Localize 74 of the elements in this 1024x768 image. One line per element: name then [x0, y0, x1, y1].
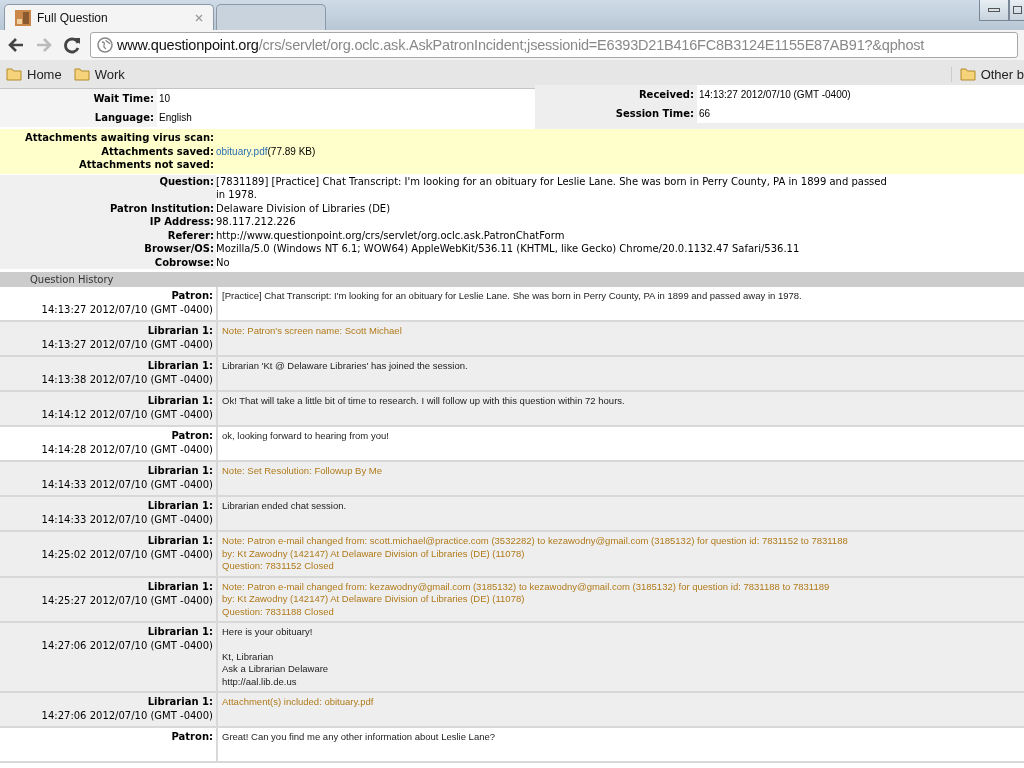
timestamp: 14:13:38 2012/07/10 (GMT -0400): [41, 373, 213, 387]
timestamp: 14:14:12 2012/07/10 (GMT -0400): [41, 408, 213, 422]
field-label: IP Address:: [0, 215, 216, 229]
timestamp: 14:14:33 2012/07/10 (GMT -0400): [41, 478, 213, 492]
timestamp: 14:27:06 2012/07/10 (GMT -0400): [41, 639, 213, 653]
timestamp: 14:14:33 2012/07/10 (GMT -0400): [41, 513, 213, 527]
speaker-label: Librarian 1:: [147, 394, 213, 408]
message-text: Note: Set Resolution: Followup By Me: [222, 465, 382, 478]
message-text: Librarian ended chat session.: [222, 500, 347, 513]
bookmark[interactable]: Home: [6, 66, 62, 82]
message-text: ok, looking forward to hearing from you!: [222, 430, 389, 443]
url-path: /crs/servlet/org.oclc.ask.AskPatronIncident;jsessionid=E6393D21B416FC8B3124E1155E87AB91?&qphost: [258, 37, 925, 53]
field-value: No: [216, 255, 230, 269]
speaker-label: Patron:: [171, 730, 213, 744]
timestamp: 14:25:27 2012/07/10 (GMT -0400): [41, 593, 213, 608]
speaker-label: Patron:: [171, 429, 213, 443]
minimize-icon: [988, 8, 1000, 12]
message-text: Kt, Librarian Ask a Librarian Delaware http://aal.lib.de.us: [222, 650, 329, 688]
bookmark[interactable]: Work: [73, 66, 125, 82]
field-value: http://www.questionpoint.org/crs/servlet/org.oclc.ask.PatronChatForm: [216, 228, 565, 242]
timestamp: 14:27:06 2012/07/10 (GMT -0400): [41, 709, 213, 723]
close-icon[interactable]: [195, 13, 203, 22]
folder-icon: [959, 67, 976, 81]
timestamp: 14:14:28 2012/07/10 (GMT -0400): [41, 443, 213, 457]
folder-icon: [73, 67, 90, 81]
timestamp: 14:13:27 2012/07/10 (GMT -0400): [41, 303, 213, 317]
field-label: Attachments not saved:: [77, 158, 215, 172]
speaker-label: Librarian 1:: [147, 324, 213, 338]
timestamp: 14:25:02 2012/07/10 (GMT -0400): [41, 548, 213, 562]
message-text: Note: Patron e-mail changed from: kezawodny@gmail.com (3185132) to kezawodny@gmail.com (3185132) for question id: 7831188 to 7831189 by: Kt Zawodny (142147) At Delaware Division of Libraries (DE) (11078) Question: 7831188 Closed: [222, 580, 830, 618]
speaker-label: Librarian 1:: [147, 464, 213, 478]
message-text: Note: Patron e-mail changed from: scott.michael@practice.com (3532282) to kezawodny@gmail.com (3185132) for question id: 7831152 to 7831188 by: Kt Zawodny (142147) At Delaware Division of Libraries (DE) (11078) Question: 7831152 Closed: [222, 535, 848, 573]
bookmark[interactable]: Other b: [950, 66, 1024, 82]
file-size: (77.89 KB): [267, 144, 316, 158]
message-text: Note: Patron's screen name: Scott Michael: [222, 325, 402, 338]
message-text: Attachment(s) included: obituary.pdf: [222, 696, 374, 709]
speaker-label: Librarian 1:: [147, 579, 213, 594]
field-label: Received:: [637, 88, 695, 102]
folder-icon: [6, 67, 22, 81]
field-value: 14:13:27 2012/07/10 (GMT -0400): [697, 85, 1024, 104]
speaker-label: Librarian 1:: [147, 695, 213, 709]
address-bar[interactable]: www.questionpoint.org/crs/servlet/org.oclc.ask.AskPatronIncident;jsessionid=E6393D21B416FC8B3124E1155E87AB91?&qphost: [90, 32, 1018, 58]
speaker-label: Librarian 1:: [147, 359, 213, 373]
maximize-icon: [1012, 6, 1022, 14]
field-label: Question:: [0, 174, 216, 202]
field-label: Attachments saved:: [100, 144, 215, 158]
url-host: www.questionpoint.org: [117, 37, 259, 53]
message-text: Here is your obituary!: [222, 626, 314, 639]
message-text: Librarian 'Kt @ Delaware Libraries' has joined the session.: [222, 360, 468, 373]
minimize-button[interactable]: [979, 0, 1009, 21]
field-label: Language:: [0, 108, 157, 127]
speaker-label: Librarian 1:: [147, 534, 213, 548]
field-label: Session Time:: [614, 107, 695, 121]
field-label: Browser/OS:: [0, 242, 216, 256]
field-value: 98.117.212.226: [216, 215, 296, 229]
timestamp: 14:13:27 2012/07/10 (GMT -0400): [41, 338, 213, 352]
speaker-label: Patron:: [171, 289, 213, 303]
field-value: Mozilla/5.0 (Windows NT 6.1; WOW64) AppleWebKit/536.11 (KHTML, like Gecko) Chrome/20.0.1132.47 Safari/536.11: [216, 242, 800, 256]
field-value: 66: [697, 104, 1024, 123]
attachment-link[interactable]: obituary.pdf: [216, 144, 268, 158]
section-title: Question History: [30, 274, 114, 285]
field-label: Wait Time:: [0, 89, 157, 108]
maximize-button[interactable]: [1009, 0, 1024, 21]
message-text: [Practice] Chat Transcript: I'm looking for an obituary for Leslie Lane. She was born in Perry County, PA in 1899 and passed away in 1978.: [222, 290, 802, 303]
field-value: [7831189] [Practice] Chat Transcript: I'm looking for an obituary for Leslie Lane. She was born in Perry County, PA in 1899 and passed in 1978.: [216, 174, 887, 202]
speaker-label: Librarian 1:: [147, 625, 213, 639]
reload-icon[interactable]: [62, 35, 82, 55]
message-text: Great! Can you find me any other information about Leslie Lane?: [222, 731, 496, 744]
browser-tab[interactable]: Full Question: [4, 4, 214, 30]
speaker-label: Librarian 1:: [147, 499, 213, 513]
field-value: Delaware Division of Libraries (DE): [216, 201, 391, 215]
favicon-icon: [15, 9, 31, 26]
field-label: Attachments awaiting virus scan:: [24, 131, 215, 145]
message-text: Ok! That will take a little bit of time to research. I will follow up with this question within 72 hours.: [222, 395, 625, 408]
